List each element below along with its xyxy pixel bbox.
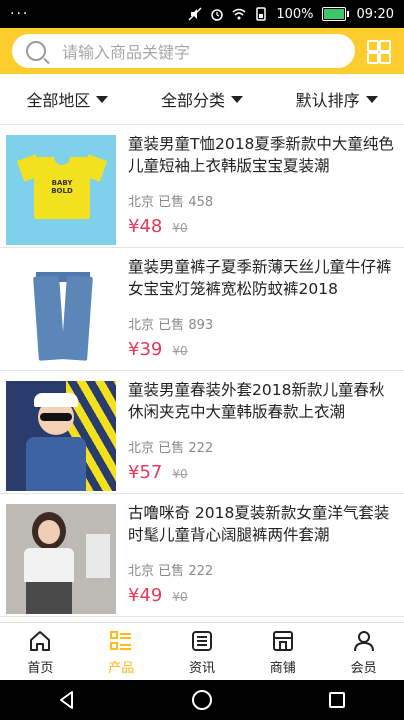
product-price: ¥39 bbox=[128, 339, 163, 360]
product-image-girl-outfit bbox=[6, 504, 116, 614]
original-price: ¥0 bbox=[172, 590, 188, 604]
product-meta: 北京 已售 222 bbox=[128, 441, 214, 456]
system-nav-bar bbox=[0, 680, 404, 720]
product-price: ¥49 bbox=[128, 585, 163, 606]
filter-bar: 全部地区 全部分类 默认排序 bbox=[0, 74, 404, 125]
product-item[interactable]: 古噜咪奇 2018夏装新款女童洋气套装时髦儿童背心阔腿裤两件套潮 北京 已售 2… bbox=[0, 494, 404, 617]
news-icon bbox=[190, 629, 214, 653]
products-icon bbox=[109, 629, 133, 653]
notification-dots: ··· bbox=[10, 6, 30, 22]
product-meta: 北京 已售 222 bbox=[128, 564, 214, 579]
dropdown-arrow-icon bbox=[231, 95, 244, 103]
back-icon[interactable] bbox=[53, 686, 81, 714]
nav-news[interactable]: 资讯 bbox=[162, 623, 243, 681]
nav-products[interactable]: 产品 bbox=[81, 623, 162, 681]
nav-shops[interactable]: 商铺 bbox=[242, 623, 323, 681]
product-image-tshirt: BABY BOLD bbox=[6, 135, 116, 245]
search-icon bbox=[26, 41, 46, 61]
home-icon bbox=[28, 629, 52, 653]
alarm-icon bbox=[211, 9, 224, 21]
product-meta: 北京 已售 893 bbox=[128, 318, 214, 333]
clock: 09:20 bbox=[356, 6, 394, 22]
shop-icon bbox=[271, 629, 295, 653]
product-image-jacket bbox=[6, 381, 116, 491]
product-meta: 北京 已售 458 bbox=[128, 195, 214, 210]
wifi-icon bbox=[232, 8, 246, 20]
product-title: 古噜咪奇 2018夏装新款女童洋气套装时髦儿童背心阔腿裤两件套潮 bbox=[128, 504, 390, 544]
recent-apps-icon[interactable] bbox=[323, 686, 351, 714]
product-item[interactable]: 童装男童裤子夏季新薄天丝儿童牛仔裤女宝宝灯笼裤宽松防蚊裤2018 北京 已售 8… bbox=[0, 248, 404, 371]
filter-region[interactable]: 全部地区 bbox=[0, 74, 135, 124]
product-title: 童装男童裤子夏季新薄天丝儿童牛仔裤女宝宝灯笼裤宽松防蚊裤2018 bbox=[128, 258, 392, 298]
category-grid-icon[interactable] bbox=[367, 40, 391, 64]
search-header: 请输入商品关键字 bbox=[0, 28, 404, 74]
product-item[interactable]: 童装男童春装外套2018新款儿童春秋休闲夹克中大童韩版春款上衣潮 北京 已售 2… bbox=[0, 371, 404, 494]
product-price: ¥48 bbox=[128, 216, 163, 237]
product-price: ¥57 bbox=[128, 462, 163, 483]
original-price: ¥0 bbox=[172, 344, 188, 358]
battery-percent: 100% bbox=[276, 6, 314, 22]
product-title: 童装男童T恤2018夏季新款中大童纯色儿童短袖上衣韩版宝宝夏装潮 bbox=[128, 135, 394, 175]
member-icon bbox=[352, 629, 376, 653]
search-placeholder: 请输入商品关键字 bbox=[62, 43, 191, 62]
product-title: 童装男童春装外套2018新款儿童春秋休闲夹克中大童韩版春款上衣潮 bbox=[128, 381, 385, 421]
product-item[interactable]: BABY BOLD 童装男童T恤2018夏季新款中大童纯色儿童短袖上衣韩版宝宝夏… bbox=[0, 125, 404, 248]
status-bar: ··· 100% 09:20 bbox=[0, 0, 404, 28]
filter-category[interactable]: 全部分类 bbox=[135, 74, 270, 124]
mute-icon bbox=[188, 7, 202, 21]
nav-home[interactable]: 首页 bbox=[0, 623, 81, 681]
battery-icon bbox=[321, 7, 349, 21]
home-circle-icon[interactable] bbox=[188, 686, 216, 714]
sim-icon bbox=[256, 7, 267, 21]
dropdown-arrow-icon bbox=[96, 95, 109, 103]
filter-sort[interactable]: 默认排序 bbox=[269, 74, 404, 124]
original-price: ¥0 bbox=[172, 221, 188, 235]
bottom-nav: 首页 产品 资讯 商铺 会员 bbox=[0, 622, 404, 681]
product-image-jeans bbox=[6, 258, 116, 368]
original-price: ¥0 bbox=[172, 467, 188, 481]
dropdown-arrow-icon bbox=[365, 95, 378, 103]
nav-member[interactable]: 会员 bbox=[323, 623, 404, 681]
search-input[interactable]: 请输入商品关键字 bbox=[12, 34, 355, 68]
product-list: BABY BOLD 童装男童T恤2018夏季新款中大童纯色儿童短袖上衣韩版宝宝夏… bbox=[0, 125, 404, 617]
